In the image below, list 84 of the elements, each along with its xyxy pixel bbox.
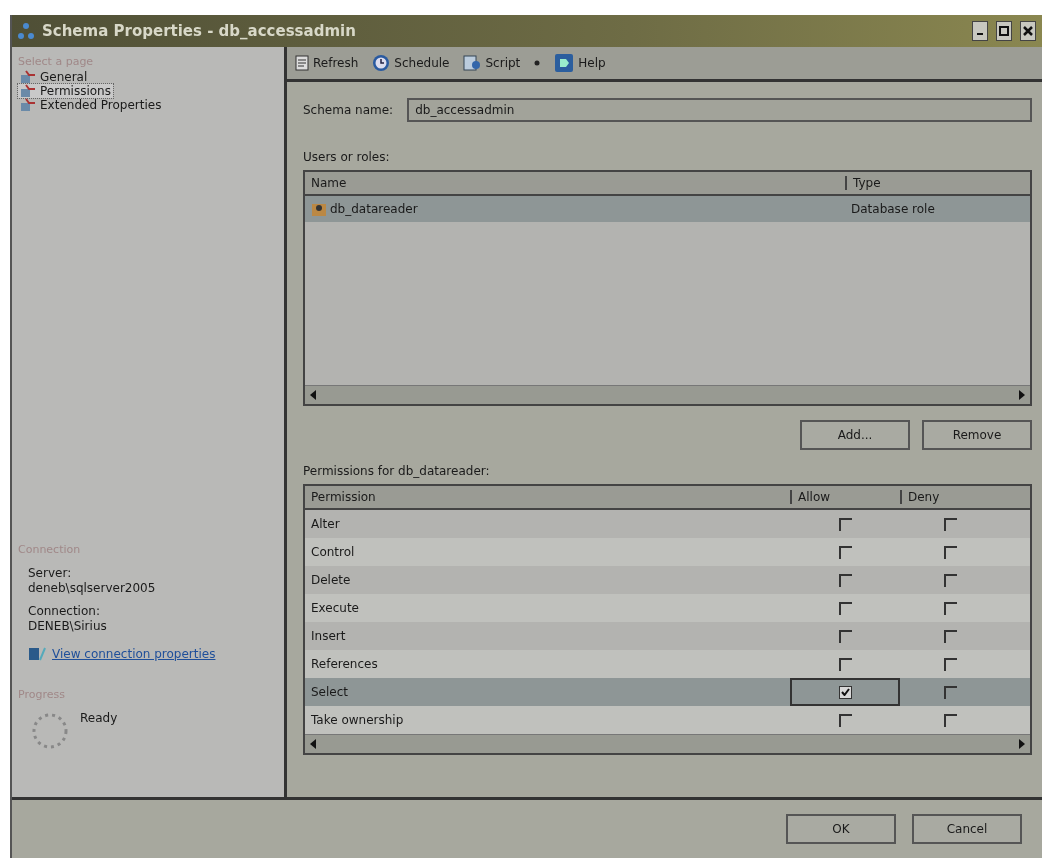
checkbox[interactable]: [838, 629, 852, 643]
table-row[interactable]: References: [305, 650, 1030, 678]
dialog-button[interactable]: Add...: [800, 420, 910, 450]
dialog-button[interactable]: Cancel: [912, 814, 1022, 844]
checkbox[interactable]: [838, 545, 852, 559]
column-header[interactable]: Name: [305, 176, 845, 190]
properties-icon: [28, 646, 46, 662]
column-header[interactable]: Type: [845, 176, 1030, 190]
checkbox[interactable]: [838, 657, 852, 671]
table-row[interactable]: Select: [305, 678, 1030, 706]
table-cell-text: Delete: [310, 573, 352, 587]
info-label: Server:: [28, 566, 73, 581]
scroll-right-icon[interactable]: [1018, 739, 1026, 749]
table-row[interactable]: Insert: [305, 622, 1030, 650]
maximize-icon: [999, 26, 1009, 36]
checkbox[interactable]: [838, 713, 852, 727]
info-value: deneb\sqlserver2005: [28, 581, 157, 596]
dialog-button[interactable]: Remove: [922, 420, 1032, 450]
section-label: Permissions for db_datareader:: [303, 464, 491, 478]
progress-status: Ready: [80, 711, 118, 727]
toolbar-button[interactable]: Schedule: [372, 54, 450, 72]
page-icon: [20, 98, 36, 112]
table-cell-text: References: [310, 657, 379, 671]
page-item[interactable]: Extended Properties: [18, 98, 164, 112]
scroll-right-icon[interactable]: [1018, 390, 1026, 400]
toolbar-button[interactable]: Refresh: [295, 55, 359, 71]
checkbox[interactable]: [944, 629, 957, 643]
checkbox[interactable]: [838, 601, 852, 615]
table-cell-text: Select: [310, 685, 350, 699]
table-cell-text: Database role: [850, 202, 936, 216]
table-row[interactable]: Alter: [305, 510, 1030, 538]
page-icon: [295, 55, 309, 71]
page-item[interactable]: Permissions: [18, 84, 113, 98]
minimize-button[interactable]: [972, 21, 988, 41]
checkbox[interactable]: [838, 573, 852, 587]
table-cell-text: Alter: [310, 517, 341, 531]
column-header[interactable]: Deny: [900, 490, 1030, 504]
checkbox[interactable]: [944, 573, 957, 587]
window-title: Schema Properties - db_accessadmin: [42, 22, 357, 40]
scrollbar[interactable]: [305, 734, 1030, 753]
table-row[interactable]: Execute: [305, 594, 1030, 622]
help-icon: [554, 53, 575, 73]
info-value: DENEB\Sirius: [28, 619, 108, 634]
close-icon: [1023, 26, 1033, 36]
table-cell-text: Control: [310, 545, 356, 559]
connection-properties-link[interactable]: View connection properties: [52, 647, 216, 661]
checkbox[interactable]: [944, 685, 957, 699]
table-cell-text: Take ownership: [310, 713, 405, 727]
dialog-button[interactable]: OK: [786, 814, 896, 844]
toolbar-button[interactable]: Help: [554, 53, 606, 73]
section-label: Users or roles:: [303, 150, 391, 164]
role-icon: [311, 201, 327, 217]
scrollbar[interactable]: [305, 385, 1030, 404]
column-header[interactable]: Allow: [790, 490, 900, 504]
checkbox[interactable]: [838, 517, 852, 531]
checkbox[interactable]: [944, 517, 957, 531]
maximize-button[interactable]: [996, 21, 1012, 41]
page-icon: [20, 84, 36, 98]
toolbar-button[interactable]: Script: [463, 55, 521, 71]
table-cell-text: Insert: [310, 629, 347, 643]
checkbox[interactable]: [944, 601, 957, 615]
clock-icon: [372, 54, 391, 72]
script-icon: [463, 55, 482, 71]
checkbox[interactable]: [838, 685, 852, 699]
schema-icon: [18, 22, 34, 40]
table-row[interactable]: Delete: [305, 566, 1030, 594]
scroll-left-icon[interactable]: [309, 739, 317, 749]
table-row[interactable]: Take ownership: [305, 706, 1030, 734]
checkbox[interactable]: [944, 657, 957, 671]
close-button[interactable]: [1020, 21, 1036, 41]
table-row[interactable]: Control: [305, 538, 1030, 566]
table-cell-text: Execute: [310, 601, 360, 615]
checkbox[interactable]: [944, 713, 957, 727]
table-row[interactable]: db_datareader Database role: [305, 196, 1030, 222]
column-header[interactable]: Permission: [305, 490, 790, 504]
page-item[interactable]: General: [18, 70, 90, 84]
schema-name-field[interactable]: db_accessadmin: [407, 98, 1032, 122]
table-cell: db_datareader: [330, 202, 418, 216]
progress-spinner-icon: [30, 711, 70, 751]
field-label: Schema name:: [303, 103, 394, 117]
page-icon: [20, 70, 36, 84]
info-label: Connection:: [28, 604, 101, 619]
scroll-left-icon[interactable]: [309, 390, 317, 400]
checkbox[interactable]: [944, 545, 957, 559]
